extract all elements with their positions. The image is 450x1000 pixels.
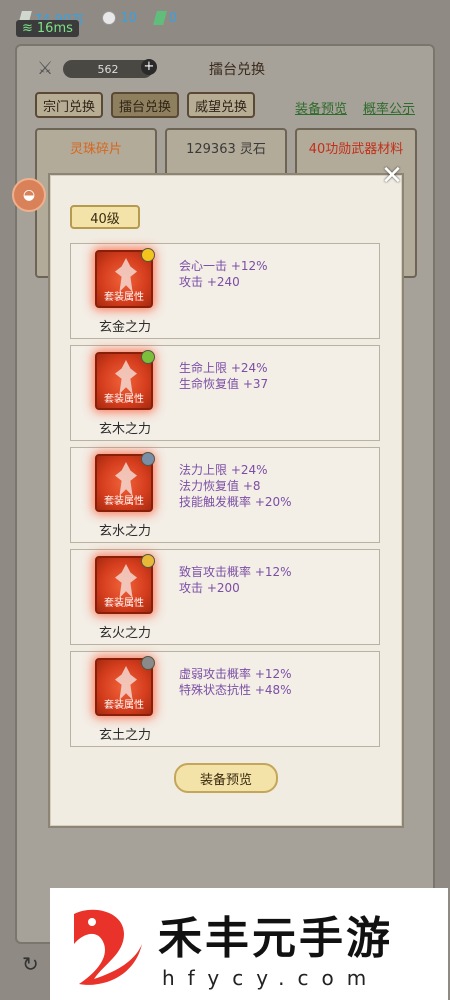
set-attributes: 致盲攻击概率 +12% 攻击 +200	[179, 565, 292, 595]
watermark: 禾丰元手游 hfycy.com	[50, 888, 448, 1000]
set-entry-earth: 套装属性 玄土之力 虚弱攻击概率 +12% 特殊状态抗性 +48%	[70, 651, 380, 747]
set-attributes: 生命上限 +24% 生命恢复值 +37	[179, 361, 269, 391]
fire-element-icon	[141, 554, 155, 568]
set-name: 玄土之力	[99, 728, 152, 743]
set-icon[interactable]: 套装属性	[95, 350, 155, 410]
exchange-tabs: 宗门兑换 擂台兑换 威望兑换	[35, 92, 256, 118]
phoenix-logo-icon	[74, 909, 142, 985]
panel-header: ⚔ 562 + 擂台兑换	[37, 56, 417, 82]
level-tag: 40级	[70, 205, 140, 229]
wifi-icon: ≋	[22, 21, 33, 36]
mask-icon[interactable]: ◒	[12, 178, 46, 212]
tab-sect-exchange[interactable]: 宗门兑换	[35, 92, 104, 118]
jade-icon	[152, 11, 167, 25]
wood-element-icon	[141, 350, 155, 364]
set-entry-water: 套装属性 玄水之力 法力上限 +24% 法力恢复值 +8 技能触发概率 +20%	[70, 447, 380, 543]
set-entry-wood: 套装属性 玄木之力 生命上限 +24% 生命恢复值 +37	[70, 345, 380, 441]
watermark-url: hfycy.com	[162, 966, 380, 990]
set-icon[interactable]: 套装属性	[95, 248, 155, 308]
set-icon[interactable]: 套装属性	[95, 656, 155, 716]
set-icon[interactable]: 套装属性	[95, 452, 155, 512]
tab-arena-exchange[interactable]: 擂台兑换	[111, 92, 180, 118]
set-name: 玄木之力	[99, 422, 152, 437]
pearl-resource: 10	[102, 11, 137, 26]
ping-indicator: ≋ 16ms	[16, 20, 79, 37]
tab-prestige-exchange[interactable]: 威望兑换	[187, 92, 256, 118]
back-arrow-icon[interactable]: ↻	[22, 952, 46, 976]
set-entry-fire: 套装属性 玄火之力 致盲攻击概率 +12% 攻击 +200	[70, 549, 380, 645]
set-entry-metal: 套装属性 玄金之力 会心一击 +12% 攻击 +240	[70, 243, 380, 339]
probability-link[interactable]: 概率公示	[363, 98, 415, 117]
set-attributes: 虚弱攻击概率 +12% 特殊状态抗性 +48%	[179, 667, 292, 697]
metal-element-icon	[141, 248, 155, 262]
equipment-preview-link[interactable]: 装备预览	[295, 98, 347, 117]
close-icon[interactable]: ✕	[378, 163, 406, 191]
set-icon[interactable]: 套装属性	[95, 554, 155, 614]
arena-token-counter: 562 +	[63, 59, 157, 78]
earth-element-icon	[141, 656, 155, 670]
watermark-brand: 禾丰元手游	[158, 913, 393, 964]
panel-links: 装备预览 概率公示	[295, 98, 415, 117]
pearl-icon	[102, 11, 117, 25]
set-name: 玄火之力	[99, 626, 152, 641]
set-name: 玄金之力	[99, 320, 152, 335]
set-attributes: 法力上限 +24% 法力恢复值 +8 技能触发概率 +20%	[179, 463, 292, 509]
spear-icon: ⚔	[37, 58, 54, 79]
set-name: 玄水之力	[99, 524, 152, 539]
jade-resource: 0	[152, 11, 177, 26]
water-element-icon	[141, 452, 155, 466]
add-token-button[interactable]: +	[141, 59, 157, 75]
set-attributes: 会心一击 +12% 攻击 +240	[179, 259, 268, 289]
equipment-preview-button[interactable]: 装备预览	[174, 763, 278, 793]
set-bonus-modal: 40级 套装属性 玄金之力 会心一击 +12% 攻击 +240 套装属性 玄木之…	[48, 173, 404, 828]
panel-title: 擂台兑换	[209, 62, 265, 78]
